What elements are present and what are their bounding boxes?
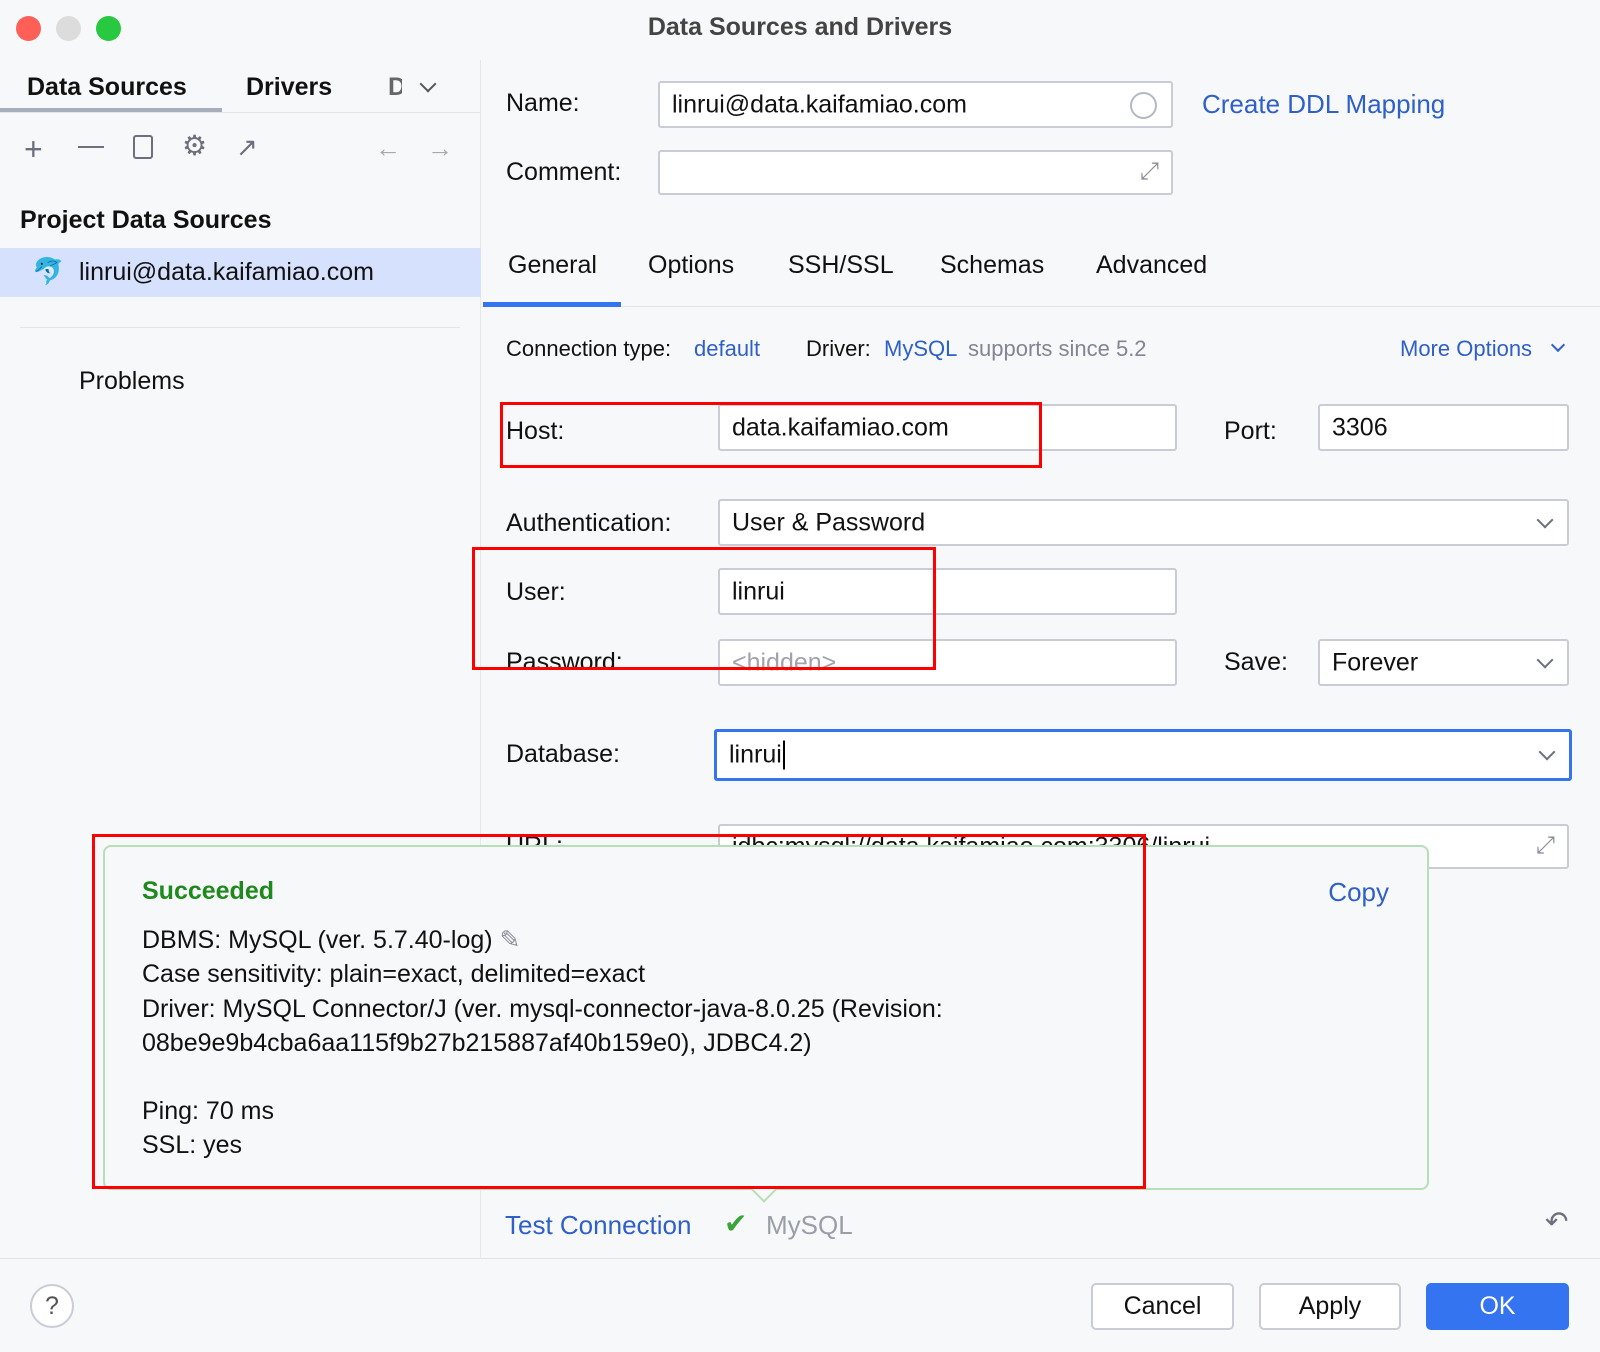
authentication-select[interactable]: User & Password: [718, 499, 1569, 546]
port-input[interactable]: 3306: [1318, 404, 1569, 451]
apply-button[interactable]: Apply: [1259, 1283, 1401, 1330]
ok-button[interactable]: OK: [1426, 1283, 1569, 1330]
more-options-chevron-icon[interactable]: [1550, 337, 1566, 353]
tab-drivers[interactable]: Drivers: [246, 75, 332, 100]
check-icon: ✔: [724, 1208, 748, 1239]
tab-general[interactable]: General: [508, 253, 597, 278]
tab-ssh-ssl[interactable]: SSH/SSL: [788, 253, 894, 278]
cancel-button[interactable]: Cancel: [1091, 1283, 1234, 1330]
expand-icon[interactable]: ⤢: [1536, 832, 1555, 860]
tab-overflow[interactable]: D: [388, 75, 402, 100]
driver-line: Driver: MySQL Connector/J (ver. mysql-co…: [142, 995, 943, 1023]
problems-item[interactable]: Problems: [79, 369, 185, 394]
comment-label: Comment:: [506, 158, 622, 186]
revert-icon[interactable]: ↶: [1545, 1208, 1568, 1236]
driver-link[interactable]: MySQL: [884, 338, 957, 360]
host-input[interactable]: data.kaifamiao.com: [718, 404, 1177, 451]
driver-label: Driver:: [806, 336, 871, 361]
connection-type-label: Connection type:: [506, 336, 672, 361]
test-connection-link[interactable]: Test Connection: [505, 1212, 691, 1238]
case-line: Case sensitivity: plain=exact, delimited…: [142, 960, 646, 988]
host-label: Host:: [506, 417, 565, 445]
user-input[interactable]: linrui: [718, 568, 1177, 615]
open-external-icon[interactable]: ↗: [236, 134, 258, 160]
more-options-link[interactable]: More Options: [1400, 338, 1532, 360]
forward-icon[interactable]: →: [427, 135, 453, 161]
section-title: Project Data Sources: [20, 206, 272, 234]
create-ddl-mapping-link[interactable]: Create DDL Mapping: [1202, 91, 1445, 117]
tab-options[interactable]: Options: [648, 253, 734, 278]
ssl-line: SSL: yes: [142, 1131, 243, 1159]
database-input[interactable]: linrui: [714, 729, 1572, 781]
datasource-item-label: linrui@data.kaifamiao.com: [79, 258, 374, 286]
user-label: User:: [506, 578, 566, 606]
help-button[interactable]: ?: [30, 1284, 74, 1328]
authentication-label: Authentication:: [506, 509, 672, 537]
edit-pencil-icon[interactable]: ✎: [500, 926, 521, 954]
name-label: Name:: [506, 89, 580, 117]
revision-line: 08be9e9b4cba6aa115f9b27b215887af40b159e0…: [142, 1029, 812, 1057]
chevron-down-icon: [1536, 651, 1554, 668]
datasource-item[interactable]: 🐬 linrui@data.kaifamiao.com: [0, 248, 481, 297]
expand-icon[interactable]: ⤢: [1140, 158, 1159, 186]
copy-link[interactable]: Copy: [1328, 879, 1389, 905]
port-label: Port:: [1224, 417, 1277, 445]
dbms-line: DBMS: MySQL (ver. 5.7.40-log) ✎: [142, 926, 521, 954]
tab-active-underline: [483, 302, 621, 307]
tab-underline: [0, 108, 222, 112]
name-input[interactable]: linrui@data.kaifamiao.com: [658, 81, 1173, 128]
save-select[interactable]: Forever: [1318, 639, 1569, 686]
chevron-down-icon: [1538, 743, 1556, 761]
add-icon[interactable]: +: [24, 133, 43, 165]
driver-note: supports since 5.2: [968, 336, 1147, 361]
back-icon[interactable]: ←: [375, 135, 401, 161]
status-succeeded: Succeeded: [142, 877, 275, 905]
tab-schemas[interactable]: Schemas: [940, 253, 1044, 278]
ping-line: Ping: 70 ms: [142, 1097, 275, 1125]
settings-icon[interactable]: ⚙: [182, 132, 207, 160]
database-label: Database:: [506, 740, 620, 768]
window-title: Data Sources and Drivers: [647, 13, 953, 41]
mysql-dolphin-icon: 🐬: [32, 256, 65, 286]
save-label: Save:: [1224, 648, 1288, 676]
duplicate-icon[interactable]: [133, 135, 153, 159]
chevron-down-icon: [1536, 511, 1554, 528]
comment-input[interactable]: ⤢: [658, 150, 1173, 195]
password-label: Password:: [506, 648, 623, 676]
test-driver-label: MySQL: [766, 1210, 853, 1240]
tab-advanced[interactable]: Advanced: [1096, 253, 1207, 278]
connection-type-link[interactable]: default: [694, 338, 760, 360]
password-input[interactable]: <hidden>: [718, 639, 1177, 686]
connection-result-popup: Succeeded Copy DBMS: MySQL (ver. 5.7.40-…: [103, 845, 1429, 1190]
remove-icon[interactable]: [78, 146, 104, 148]
tab-data-sources[interactable]: Data Sources: [27, 75, 187, 100]
color-circle-icon[interactable]: [1130, 92, 1157, 119]
